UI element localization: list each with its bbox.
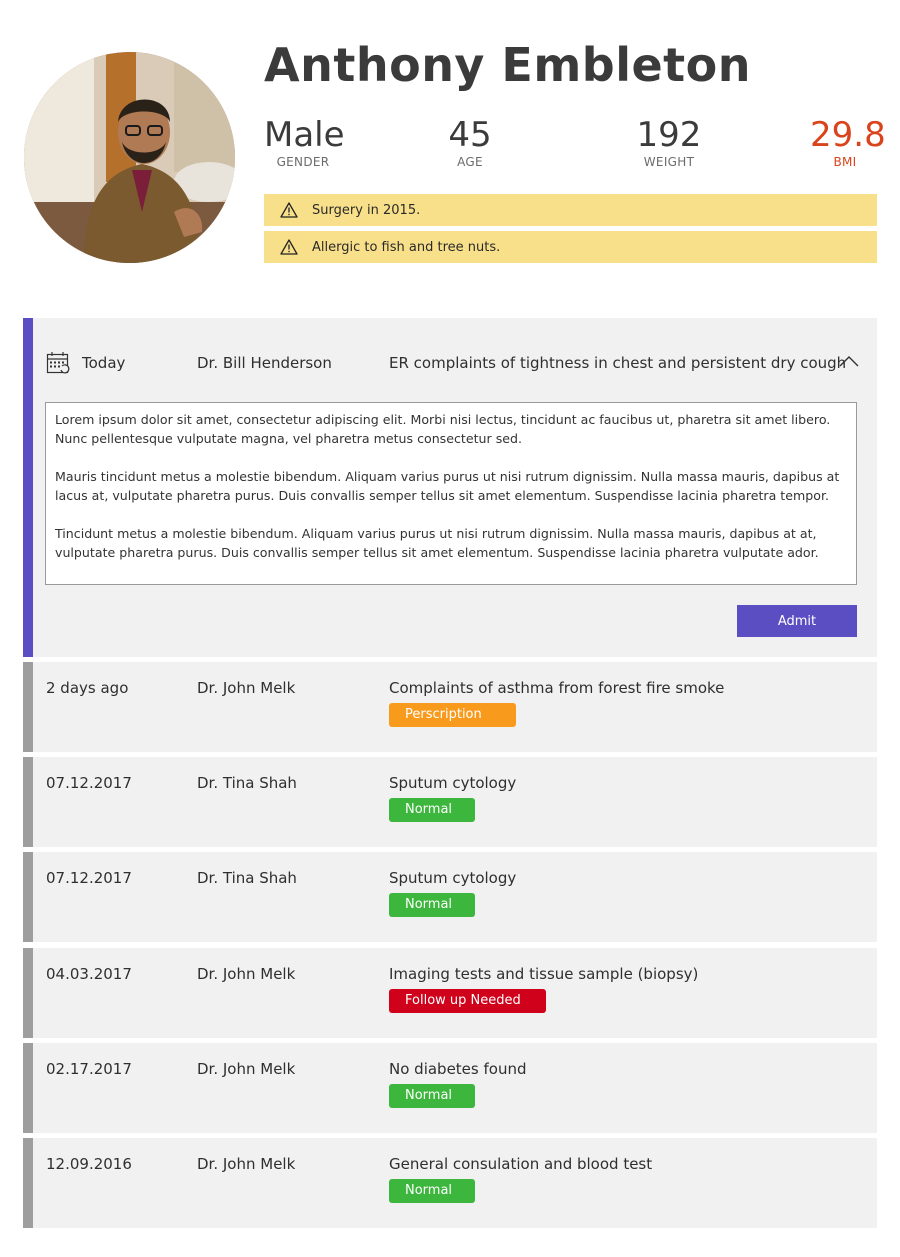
alert-banner: Surgery in 2015. — [264, 194, 877, 226]
record-date: 02.17.2017 — [46, 1060, 132, 1078]
stat-weight: 192 WEIGHT — [634, 116, 704, 169]
chevron-up-icon[interactable] — [839, 354, 859, 368]
record-date: 07.12.2017 — [46, 774, 132, 792]
record-date: 04.03.2017 — [46, 965, 132, 983]
stat-age-value: 45 — [448, 115, 492, 155]
record-doctor: Dr. John Melk — [197, 679, 296, 697]
status-badge: Follow up Needed — [389, 989, 546, 1013]
record-summary: Complaints of asthma from forest fire sm… — [389, 679, 725, 697]
visit-notes[interactable]: Lorem ipsum dolor sit amet, consectetur … — [45, 402, 857, 585]
record-summary: Sputum cytology — [389, 774, 517, 792]
visit-note-paragraph: Lorem ipsum dolor sit amet, consectetur … — [55, 412, 831, 446]
visit-date: Today — [82, 354, 126, 372]
stat-age: 45 AGE — [440, 116, 500, 169]
record-doctor: Dr. Tina Shah — [197, 869, 297, 887]
record-summary: Imaging tests and tissue sample (biopsy) — [389, 965, 699, 983]
record-doctor: Dr. John Melk — [197, 1155, 296, 1173]
visit-record[interactable]: 12.09.2016 Dr. John Melk General consula… — [23, 1138, 877, 1228]
record-summary: Sputum cytology — [389, 869, 517, 887]
calendar-icon — [46, 352, 70, 374]
stat-age-label: AGE — [457, 155, 483, 169]
admit-button[interactable]: Admit — [737, 605, 857, 637]
patient-avatar — [24, 52, 235, 263]
visit-record[interactable]: 04.03.2017 Dr. John Melk Imaging tests a… — [23, 948, 877, 1038]
stat-bmi-value: 29.8 — [810, 115, 886, 155]
stat-gender-value: Male — [264, 115, 345, 155]
stat-gender-label: GENDER — [276, 155, 330, 169]
status-badge: Normal — [389, 1084, 475, 1108]
record-doctor: Dr. Tina Shah — [197, 774, 297, 792]
alert-text: Allergic to fish and tree nuts. — [312, 239, 501, 255]
visit-record[interactable]: 07.12.2017 Dr. Tina Shah Sputum cytology… — [23, 852, 877, 942]
alert-banner: Allergic to fish and tree nuts. — [264, 231, 877, 263]
stat-bmi-label: BMI — [833, 155, 857, 169]
visit-record[interactable]: 2 days ago Dr. John Melk Complaints of a… — [23, 662, 877, 752]
warning-icon — [280, 202, 298, 218]
record-doctor: Dr. John Melk — [197, 1060, 296, 1078]
visit-record[interactable]: 02.17.2017 Dr. John Melk No diabetes fou… — [23, 1043, 877, 1133]
stat-bmi: 29.8 BMI — [810, 115, 886, 169]
visit-note-paragraph: Tincidunt metus a molestie bibendum. Ali… — [55, 526, 819, 560]
visit-summary: ER complaints of tightness in chest and … — [389, 354, 847, 372]
status-badge: Normal — [389, 893, 475, 917]
visit-record[interactable]: 07.12.2017 Dr. Tina Shah Sputum cytology… — [23, 757, 877, 847]
status-badge: Normal — [389, 1179, 475, 1203]
stat-weight-value: 192 — [636, 115, 702, 155]
record-doctor: Dr. John Melk — [197, 965, 296, 983]
record-summary: No diabetes found — [389, 1060, 527, 1078]
visit-doctor: Dr. Bill Henderson — [197, 354, 332, 372]
record-date: 12.09.2016 — [46, 1155, 132, 1173]
status-badge: Normal — [389, 798, 475, 822]
visit-note-paragraph: Mauris tincidunt metus a molestie bibend… — [55, 469, 840, 503]
record-date: 2 days ago — [46, 679, 129, 697]
stat-weight-label: WEIGHT — [643, 155, 695, 169]
warning-icon — [280, 239, 298, 255]
record-summary: General consulation and blood test — [389, 1155, 653, 1173]
record-date: 07.12.2017 — [46, 869, 132, 887]
visit-expanded[interactable]: Today Dr. Bill Henderson ER complaints o… — [23, 318, 877, 657]
stat-gender: Male GENDER — [264, 115, 345, 169]
status-badge: Perscription — [389, 703, 516, 727]
alert-text: Surgery in 2015. — [312, 202, 421, 218]
patient-name: Anthony Embleton — [264, 38, 752, 92]
